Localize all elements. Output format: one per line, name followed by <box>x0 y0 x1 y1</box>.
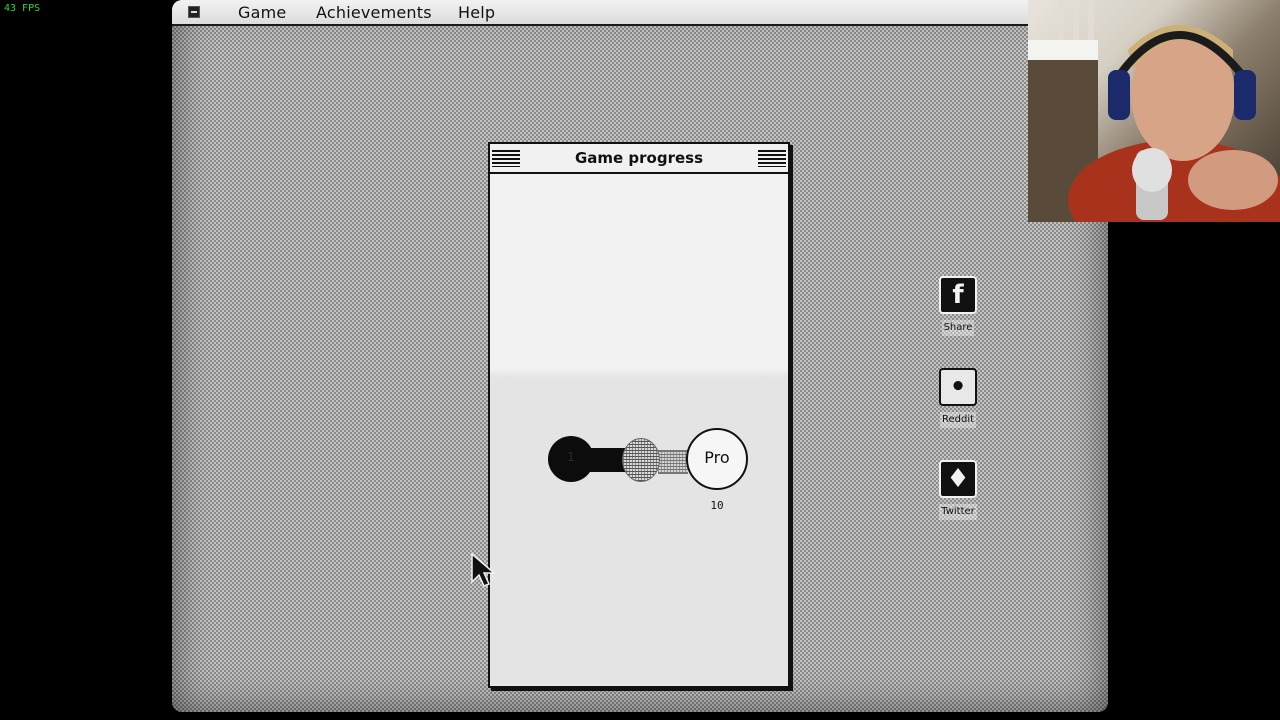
desktop-icon-facebook[interactable]: f Share <box>923 276 993 336</box>
progress-segment-remaining <box>658 450 688 474</box>
desktop: Game Achievements Help Game progress 1 P… <box>172 0 1108 712</box>
desktop-icon-label: Share <box>941 320 975 336</box>
screen: 43 FPS Game Achievements Help Game progr… <box>0 0 1280 720</box>
next-level-count: 10 <box>710 499 724 512</box>
webcam-overlay <box>1028 0 1280 222</box>
desktop-icon-label: Reddit <box>939 412 977 428</box>
twitter-icon: ♦ <box>939 460 977 498</box>
desktop-icon-label: Twitter <box>939 504 977 520</box>
fps-counter: 43 FPS <box>4 3 41 14</box>
facebook-icon: f <box>939 276 977 314</box>
apple-menu-icon[interactable] <box>188 6 200 18</box>
menu-achievements[interactable]: Achievements <box>316 3 432 22</box>
progress-node-current: 1 <box>548 436 594 482</box>
game-progress-window: Game progress 1 Pro 10 <box>488 142 790 688</box>
zoom-box-icon[interactable] <box>758 150 786 167</box>
mouse-pointer-icon <box>471 552 496 587</box>
progress-knob <box>622 438 660 482</box>
desktop-icon-reddit[interactable]: • Reddit <box>923 368 993 428</box>
webcam-feed-image <box>1028 0 1280 222</box>
desktop-icon-twitter[interactable]: ♦ Twitter <box>923 460 993 520</box>
menu-game[interactable]: Game <box>238 3 286 22</box>
window-titlebar[interactable]: Game progress <box>490 144 788 174</box>
menu-help[interactable]: Help <box>458 3 495 22</box>
reddit-icon: • <box>939 368 977 406</box>
window-title: Game progress <box>574 149 704 167</box>
current-level-label: 1 <box>567 450 575 464</box>
menu-bar: Game Achievements Help <box>172 0 1108 26</box>
next-level-label: Pro <box>704 448 730 467</box>
progress-node-next: Pro <box>686 428 748 490</box>
window-content: 1 Pro 10 <box>490 174 788 684</box>
